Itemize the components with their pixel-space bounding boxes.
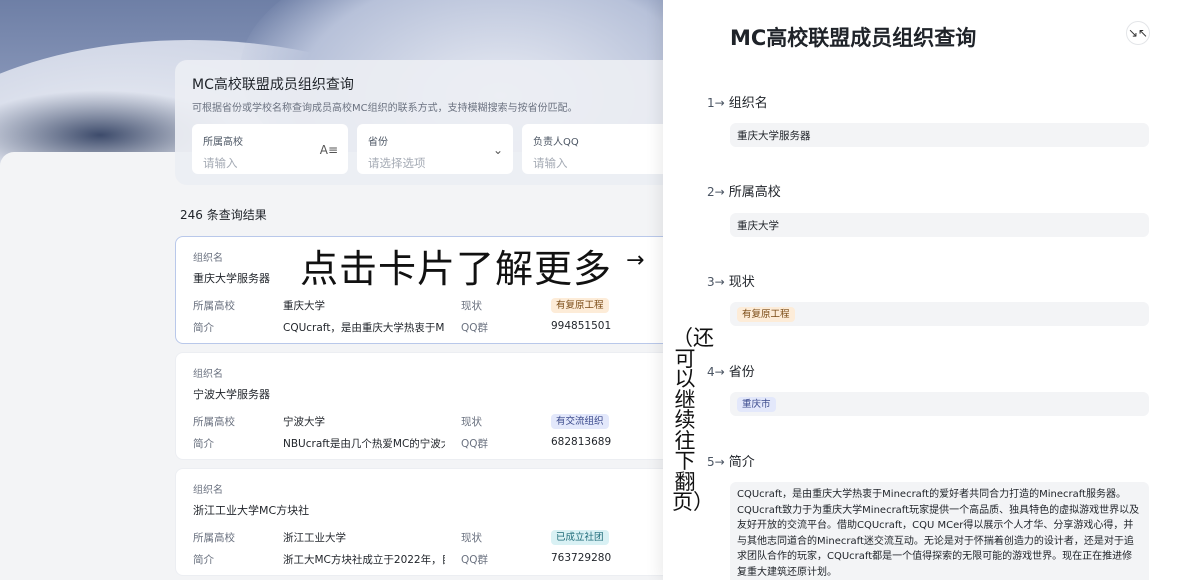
status-badge: 已成立社团 <box>551 530 609 545</box>
school-field[interactable]: 所属高校 请输入 A≡ <box>192 124 348 174</box>
qq-value: 682813689 <box>551 436 612 448</box>
qq-label: QQ群 <box>461 438 489 450</box>
qq-label: QQ群 <box>461 322 489 334</box>
section-number: 5→ <box>707 455 725 469</box>
drawer-title: MC高校联盟成员组织查询 <box>730 26 977 50</box>
detail-drawer: MC高校联盟成员组织查询 ↘↖ 1→ 组织名 重庆大学服务器 2→ 所属高校 重庆大… <box>663 0 1192 580</box>
search-subtitle: 可根据省份或学校名称查询成员高校MC组织的联系方式，支持模糊搜索与按省份匹配。 <box>192 103 578 114</box>
intro-label: 简介 <box>193 322 214 334</box>
section-label: 所属高校 <box>728 185 781 200</box>
section-heading: 2→ 所属高校 <box>707 181 781 200</box>
qq-label: QQ群 <box>461 554 489 566</box>
section-number: 1→ <box>707 96 725 110</box>
chevron-down-circle-icon[interactable]: ⌄ <box>493 143 503 157</box>
text-format-icon: A≡ <box>319 143 338 157</box>
qq-field[interactable]: 负责人QQ 请输入 <box>522 124 678 174</box>
section-heading: 5→ 简介 <box>707 451 755 470</box>
school-label: 所属高校 <box>193 300 235 312</box>
section-value-box: 重庆市 <box>730 392 1149 416</box>
school-value: 宁波大学 <box>283 416 325 428</box>
section-value: 重庆大学服务器 <box>730 123 1149 147</box>
school-label: 所属高校 <box>193 532 235 544</box>
status-badge: 有复原工程 <box>551 298 609 313</box>
result-card[interactable]: 组织名 浙江工业大学MC方块社 所属高校 浙江工业大学 现状 已成立社团 简介 … <box>175 468 675 576</box>
section-label: 现状 <box>728 275 755 290</box>
qq-value: 763729280 <box>551 552 612 564</box>
section-label: 组织名 <box>728 96 768 111</box>
result-card[interactable]: 组织名 宁波大学服务器 所属高校 宁波大学 现状 有交流组织 简介 NBUcra… <box>175 352 675 460</box>
intro-value: NBUcraft是由几个热爱MC的宁波大学 <box>283 438 445 450</box>
org-name: 浙江工业大学MC方块社 <box>193 504 310 517</box>
click-hint-overlay: 点击卡片了解更多 <box>300 247 613 291</box>
section-heading: 1→ 组织名 <box>707 92 768 111</box>
collapse-icon[interactable]: ↘↖ <box>1126 21 1150 45</box>
intro-label: 简介 <box>193 554 214 566</box>
province-field-label: 省份 <box>368 137 388 148</box>
status-badge: 有交流组织 <box>551 414 609 429</box>
section-label: 简介 <box>728 455 755 470</box>
status-label: 现状 <box>461 300 482 312</box>
section-heading: 4→ 省份 <box>707 361 755 380</box>
school-value: 浙江工业大学 <box>283 532 346 544</box>
search-card: MC高校联盟成员组织查询 可根据省份或学校名称查询成员高校MC组织的联系方式，支… <box>175 60 695 185</box>
school-label: 所属高校 <box>193 416 235 428</box>
qq-value: 994851501 <box>551 320 612 332</box>
org-name: 宁波大学服务器 <box>193 388 270 401</box>
intro-value: 浙工大MC方块社成立于2022年，目前 <box>283 554 445 566</box>
school-field-label: 所属高校 <box>203 137 243 148</box>
result-count: 246 条查询结果 <box>180 208 267 222</box>
section-heading: 3→ 现状 <box>707 271 755 290</box>
scroll-hint-overlay: （还可以继续往下翻页） <box>672 326 714 514</box>
status-badge: 有复原工程 <box>737 306 795 322</box>
name-label: 组织名 <box>193 485 223 496</box>
status-label: 现状 <box>461 532 482 544</box>
school-value: 重庆大学 <box>283 300 325 312</box>
province-select[interactable]: 省份 请选择选项 ⌄ <box>357 124 513 174</box>
intro-label: 简介 <box>193 438 214 450</box>
search-title: MC高校联盟成员组织查询 <box>192 77 354 93</box>
intro-text: CQUcraft，是由重庆大学热衷于Minecraft的爱好者共同合力打造的Mi… <box>730 482 1149 580</box>
arrow-right-icon: → <box>626 248 645 273</box>
section-number: 4→ <box>707 365 725 379</box>
section-number: 3→ <box>707 275 725 289</box>
school-input[interactable]: 请输入 <box>203 155 337 171</box>
section-number: 2→ <box>707 185 725 199</box>
province-select-value[interactable]: 请选择选项 <box>368 155 502 171</box>
status-label: 现状 <box>461 416 482 428</box>
intro-value: CQUcraft，是由重庆大学热衷于Minec <box>283 322 445 334</box>
qq-field-label: 负责人QQ <box>533 137 579 148</box>
section-value-box: 有复原工程 <box>730 302 1149 326</box>
province-badge: 重庆市 <box>737 396 776 412</box>
section-label: 省份 <box>728 365 755 380</box>
name-label: 组织名 <box>193 369 223 380</box>
section-value: 重庆大学 <box>730 213 1149 237</box>
qq-input[interactable]: 请输入 <box>533 155 667 171</box>
